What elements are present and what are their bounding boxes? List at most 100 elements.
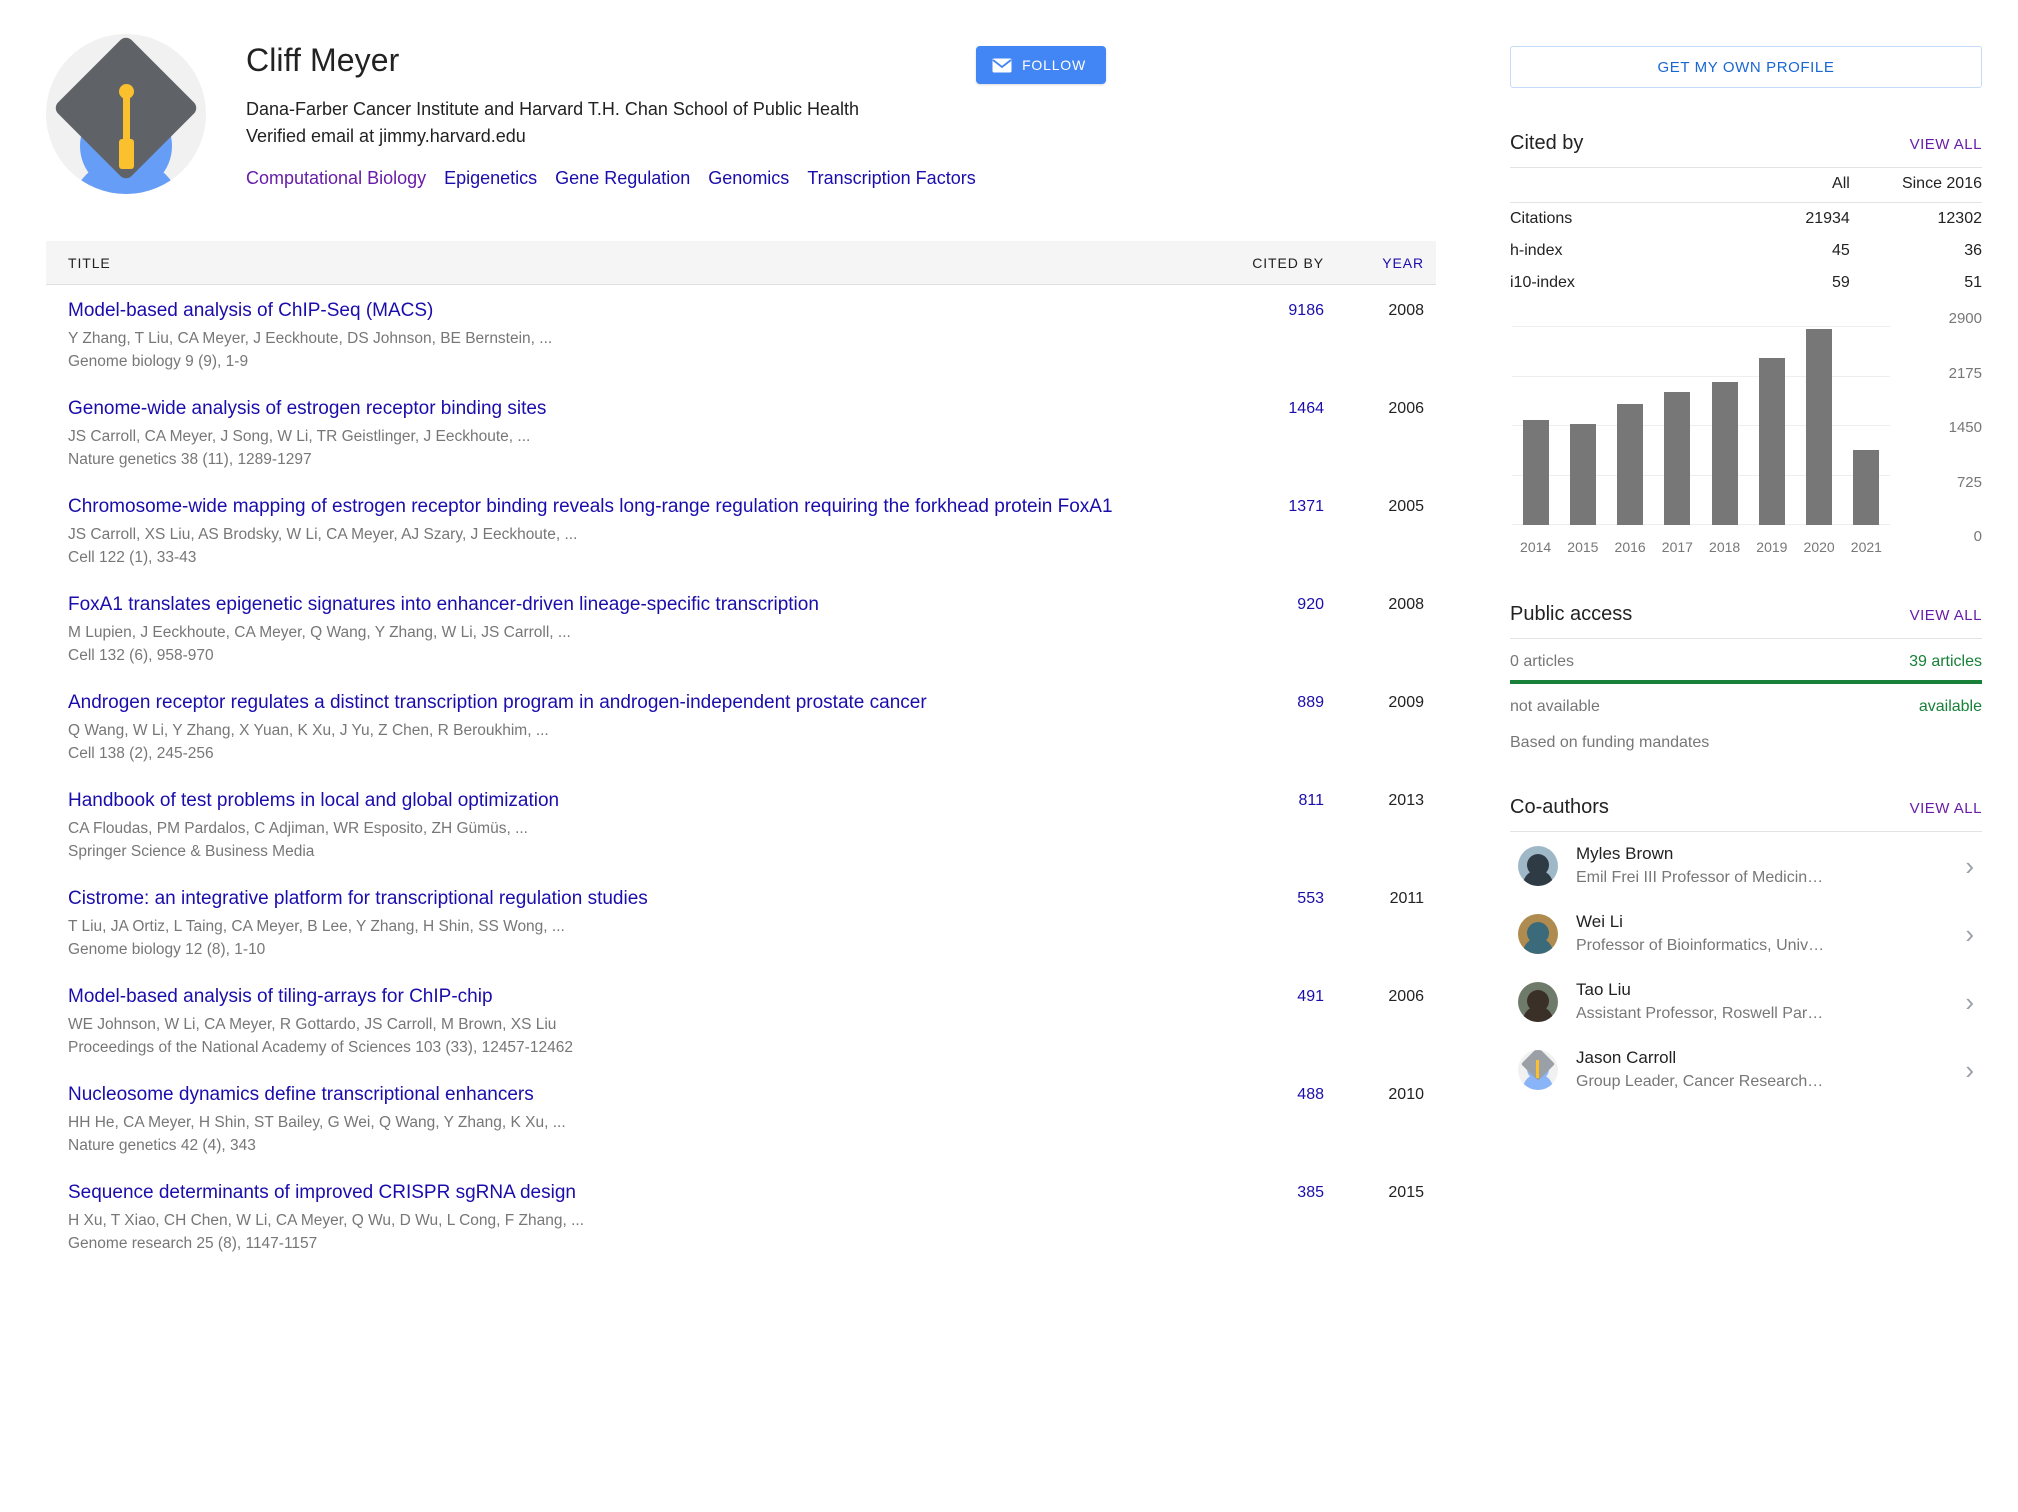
coauthor-name[interactable]: Myles Brown <box>1576 842 1947 866</box>
chevron-right-icon[interactable]: › <box>1965 989 1982 1015</box>
coauthor-list-item[interactable]: Tao Liu Assistant Professor, Roswell Par…… <box>1510 968 1982 1036</box>
chart-bar-2016[interactable] <box>1617 404 1644 525</box>
coauthor-list-item[interactable]: Wei Li Professor of Bioinformatics, Univ…… <box>1510 900 1982 968</box>
interest-link-computational-biology[interactable]: Computational Biology <box>246 168 426 188</box>
publication-title-link[interactable]: Nucleosome dynamics define transcription… <box>68 1081 1170 1109</box>
publication-title-link[interactable]: Androgen receptor regulates a distinct t… <box>68 689 1170 717</box>
publication-cited-by-count[interactable]: 385 <box>1196 1179 1324 1207</box>
publication-cell: Model-based analysis of tiling-arrays fo… <box>68 983 1196 1059</box>
publication-title-link[interactable]: Cistrome: an integrative platform for tr… <box>68 885 1170 913</box>
publication-cited-by-count[interactable]: 920 <box>1196 591 1324 619</box>
publication-year: 2011 <box>1389 890 1424 907</box>
stats-row: Citations 21934 12302 <box>1510 203 1982 236</box>
coauthor-avatar[interactable] <box>1518 982 1558 1022</box>
coauthor-avatar[interactable] <box>1518 1050 1558 1090</box>
chart-bar-2020[interactable] <box>1806 329 1833 525</box>
chart-x-tick-label[interactable]: 2017 <box>1654 539 1701 555</box>
profile-info: Cliff Meyer Dana-Farber Cancer Institute… <box>246 34 1478 189</box>
chart-bar-slot[interactable] <box>1559 327 1606 525</box>
publication-cited-by-count[interactable]: 889 <box>1196 689 1324 717</box>
chart-bar-2021[interactable] <box>1853 449 1880 525</box>
chart-bar-2015[interactable] <box>1569 423 1596 525</box>
stats-header-since: Since 2016 <box>1849 168 1982 203</box>
chart-x-tick-label[interactable]: 2019 <box>1748 539 1795 555</box>
publication-cited-by-count[interactable]: 811 <box>1196 787 1324 815</box>
publication-authors: JS Carroll, XS Liu, AS Brodsky, W Li, CA… <box>68 526 578 543</box>
coauthors-list: Myles Brown Emil Frei III Professor of Me… <box>1510 832 1982 1104</box>
table-row: Chromosome-wide mapping of estrogen rece… <box>46 481 1436 579</box>
chevron-right-icon[interactable]: › <box>1965 1057 1982 1083</box>
chart-bar-2018[interactable] <box>1711 381 1738 525</box>
chart-x-tick-label[interactable]: 2016 <box>1607 539 1654 555</box>
chart-bar-2019[interactable] <box>1758 357 1785 525</box>
coauthor-name[interactable]: Wei Li <box>1576 910 1947 934</box>
public-access-not-available-label: not available <box>1510 698 1600 715</box>
interest-link-gene-regulation[interactable]: Gene Regulation <box>555 168 690 188</box>
chart-bar-slot[interactable] <box>1654 327 1701 525</box>
stats-row-all-value: 21934 <box>1805 210 1850 227</box>
chart-bar-slot[interactable] <box>1796 327 1843 525</box>
chart-bar-slot[interactable] <box>1843 327 1890 525</box>
public-access-view-all-link[interactable]: VIEW ALL <box>1910 607 1982 624</box>
public-access-panel: Public access VIEW ALL 0 articles 39 art… <box>1510 603 1982 752</box>
cited-by-view-all-link[interactable]: VIEW ALL <box>1910 136 1982 153</box>
follow-button[interactable]: FOLLOW <box>976 46 1106 84</box>
avatar[interactable] <box>46 34 206 194</box>
publication-title-link[interactable]: Handbook of test problems in local and g… <box>68 787 1170 815</box>
chart-x-tick-label[interactable]: 2020 <box>1796 539 1843 555</box>
coauthor-avatar[interactable] <box>1518 846 1558 886</box>
chart-bar-slot[interactable] <box>1512 327 1559 525</box>
chevron-right-icon[interactable]: › <box>1965 921 1982 947</box>
avatar-photo-body <box>1523 870 1553 886</box>
chart-x-tick-label[interactable]: 2015 <box>1559 539 1606 555</box>
publication-venue: Cell 138 (2), 245-256 <box>68 745 214 762</box>
chevron-right-icon[interactable]: › <box>1965 853 1982 879</box>
chart-bar-slot[interactable] <box>1607 327 1654 525</box>
chart-x-axis-labels: 2014 2015 2016 2017 2018 2019 2020 2021 <box>1512 539 1890 555</box>
interest-link-epigenetics[interactable]: Epigenetics <box>444 168 537 188</box>
public-access-available-label: available <box>1918 698 1982 715</box>
coauthors-view-all-link[interactable]: VIEW ALL <box>1910 800 1982 817</box>
coauthor-avatar[interactable] <box>1518 914 1558 954</box>
stats-empty-header <box>1510 168 1718 203</box>
publication-cited-by-count[interactable]: 491 <box>1196 983 1324 1011</box>
stats-row-label: Citations <box>1510 210 1573 227</box>
publication-venue: Genome biology 12 (8), 1-10 <box>68 941 266 958</box>
publication-title-link[interactable]: Model-based analysis of ChIP-Seq (MACS) <box>68 297 1170 325</box>
publication-cited-by-count[interactable]: 9186 <box>1196 297 1324 325</box>
publication-title-link[interactable]: Genome-wide analysis of estrogen recepto… <box>68 395 1170 423</box>
coauthor-list-item[interactable]: Myles Brown Emil Frei III Professor of Me… <box>1510 832 1982 900</box>
publication-year: 2005 <box>1388 498 1424 515</box>
chart-bar-2014[interactable] <box>1522 419 1549 525</box>
publication-cited-by-count[interactable]: 553 <box>1196 885 1324 913</box>
publication-authors: WE Johnson, W Li, CA Meyer, R Gottardo, … <box>68 1016 557 1033</box>
stats-row-since-value: 51 <box>1964 274 1982 291</box>
public-access-available-count[interactable]: 39 articles <box>1909 653 1982 671</box>
publication-title-link[interactable]: Chromosome-wide mapping of estrogen rece… <box>68 493 1170 521</box>
publication-venue: Proceedings of the National Academy of S… <box>68 1039 573 1056</box>
column-header-cited-by[interactable]: CITED BY <box>1196 255 1324 271</box>
chart-bar-slot[interactable] <box>1748 327 1795 525</box>
interest-link-genomics[interactable]: Genomics <box>708 168 789 188</box>
publication-title-link[interactable]: FoxA1 translates epigenetic signatures i… <box>68 591 1170 619</box>
coauthor-name[interactable]: Tao Liu <box>1576 978 1947 1002</box>
publication-cell: Nucleosome dynamics define transcription… <box>68 1081 1196 1157</box>
chart-bar-2017[interactable] <box>1664 391 1691 525</box>
publication-cited-by-count[interactable]: 1464 <box>1196 395 1324 423</box>
stats-row: h-index 45 36 <box>1510 235 1982 267</box>
publication-year: 2008 <box>1388 302 1424 319</box>
publication-title-link[interactable]: Model-based analysis of tiling-arrays fo… <box>68 983 1170 1011</box>
chart-bar-slot[interactable] <box>1701 327 1748 525</box>
column-header-year[interactable]: YEAR <box>1324 255 1424 271</box>
publication-cited-by-count[interactable]: 1371 <box>1196 493 1324 521</box>
chart-x-tick-label[interactable]: 2021 <box>1843 539 1890 555</box>
publication-title-link[interactable]: Sequence determinants of improved CRISPR… <box>68 1179 1170 1207</box>
publication-cited-by-count[interactable]: 488 <box>1196 1081 1324 1109</box>
chart-x-tick-label[interactable]: 2014 <box>1512 539 1559 555</box>
coauthor-list-item[interactable]: Jason Carroll Group Leader, Cancer Resear… <box>1510 1036 1982 1104</box>
get-my-own-profile-button[interactable]: GET MY OWN PROFILE <box>1510 46 1982 88</box>
coauthor-name[interactable]: Jason Carroll <box>1576 1046 1947 1070</box>
chart-x-tick-label[interactable]: 2018 <box>1701 539 1748 555</box>
interest-link-transcription-factors[interactable]: Transcription Factors <box>807 168 975 188</box>
profile-interests: Computational Biology Epigenetics Gene Reg… <box>246 168 1478 189</box>
